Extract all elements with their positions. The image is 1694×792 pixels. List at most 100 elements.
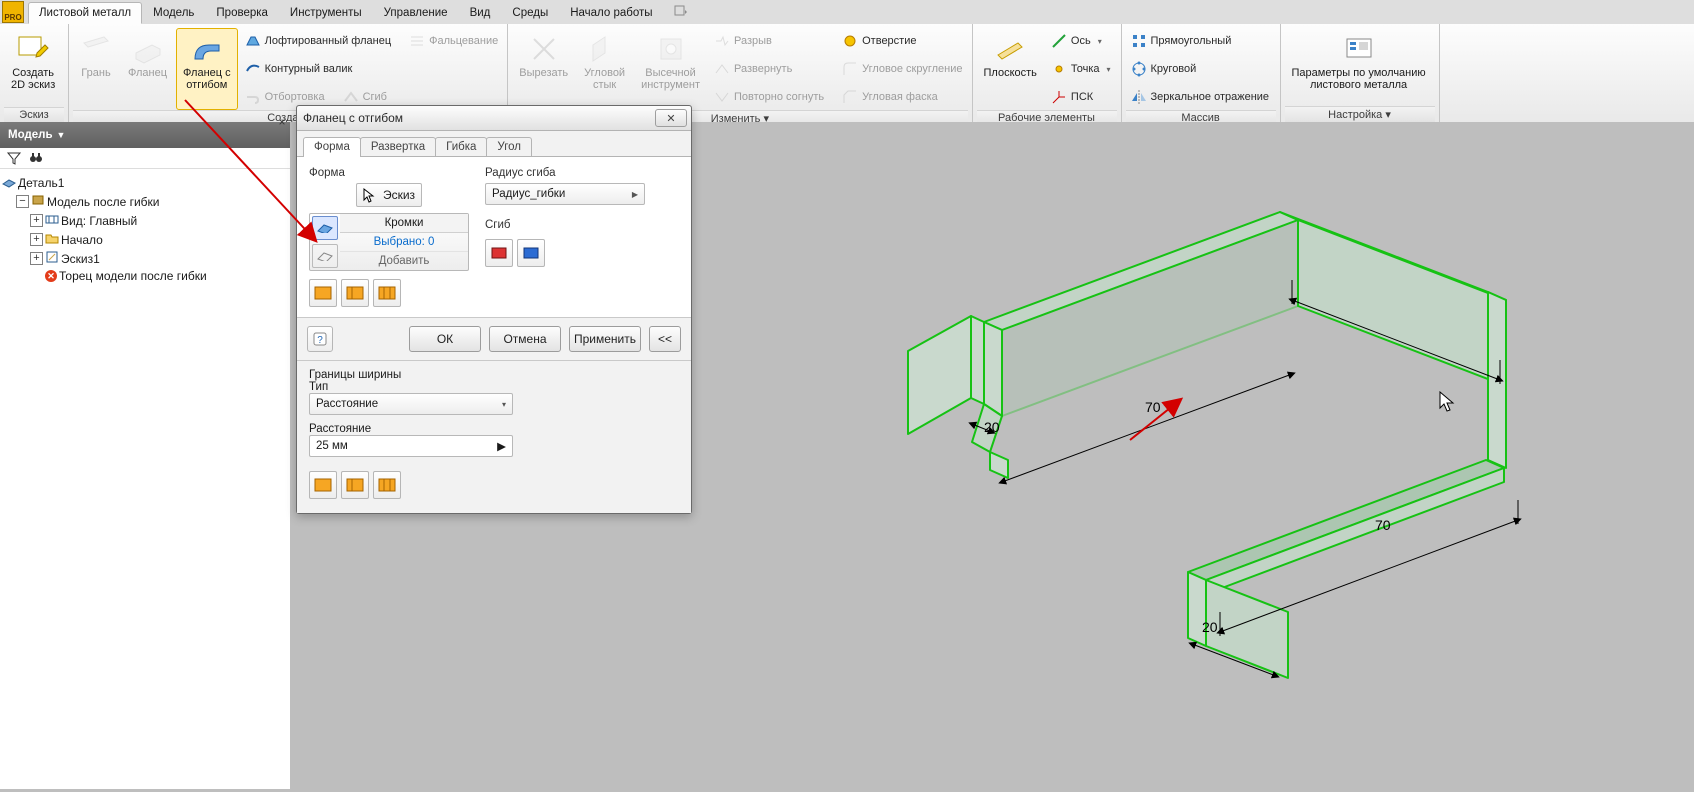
- cancel-button[interactable]: Отмена: [489, 326, 561, 352]
- expand-toggle-icon[interactable]: +: [30, 214, 43, 227]
- seam-label: Фальцевание: [429, 35, 498, 47]
- model-icon: [31, 193, 45, 210]
- edges-add-label[interactable]: Добавить: [340, 252, 468, 270]
- mirror-icon: [1131, 89, 1147, 105]
- circ-array-icon: [1131, 61, 1147, 77]
- width-opt-1-button[interactable]: [309, 279, 337, 307]
- fold-label: Сгиб: [363, 91, 387, 103]
- face-button[interactable]: Грань: [73, 28, 119, 110]
- menu-tab-tools[interactable]: Инструменты: [279, 2, 373, 23]
- menu-tab-view[interactable]: Вид: [459, 2, 502, 23]
- face-icon: [80, 33, 112, 65]
- corner-chamfer-icon: [842, 89, 858, 105]
- width-type-buttons: [309, 279, 469, 307]
- mirror-button[interactable]: Зеркальное отражение: [1126, 84, 1275, 110]
- loft-flange-button[interactable]: Лофтированный фланец: [240, 28, 397, 54]
- expand-toggle-icon[interactable]: −: [16, 195, 29, 208]
- distance-input[interactable]: 25 мм ▶: [309, 435, 513, 457]
- circ-array-button[interactable]: Круговой: [1126, 56, 1202, 82]
- contour-roll-button[interactable]: Контурный валик: [240, 56, 358, 82]
- dialog-title-label: Фланец с отгибом: [301, 111, 655, 125]
- expand-toggle-icon[interactable]: +: [30, 252, 43, 265]
- unfold-button[interactable]: Развернуть: [709, 56, 797, 82]
- width-type-combo[interactable]: Расстояние ▾: [309, 393, 513, 415]
- menu-tab-model[interactable]: Модель: [142, 2, 205, 23]
- contour-roll-label: Контурный валик: [265, 63, 353, 75]
- pro-badge: PRO: [2, 1, 24, 23]
- menu-tab-start[interactable]: Начало работы: [559, 2, 663, 23]
- tree-node-sketch1[interactable]: + Эскиз1: [30, 249, 288, 268]
- bend-flange-label: Фланец с отгибом: [183, 67, 231, 91]
- collapse-button[interactable]: <<: [649, 326, 681, 352]
- sheetmetal-defaults-button[interactable]: Параметры по умолчанию листового металла: [1285, 28, 1433, 94]
- expand-toggle-icon[interactable]: +: [30, 233, 43, 246]
- menu-tab-inspect[interactable]: Проверка: [205, 2, 279, 23]
- point-icon: [1051, 61, 1067, 77]
- bend-radius-combo[interactable]: Радиус_гибки ▶: [485, 183, 645, 205]
- point-label: Точка: [1071, 63, 1100, 75]
- rect-array-icon: [1131, 33, 1147, 49]
- dialog-button-row: ? ОК Отмена Применить <<: [297, 318, 691, 361]
- chevron-down-icon: ▼: [57, 130, 66, 140]
- menubar-extra-dropdown[interactable]: [674, 5, 688, 19]
- ext-opt-icon: [378, 478, 396, 492]
- bend-flange-icon: [191, 33, 223, 65]
- rect-array-button[interactable]: Прямоугольный: [1126, 28, 1237, 54]
- mouse-cursor-icon: [1439, 391, 1455, 413]
- dialog-titlebar[interactable]: Фланец с отгибом ✕: [297, 106, 691, 131]
- refold-label: Повторно согнуть: [734, 91, 824, 103]
- point-button[interactable]: Точка▾: [1046, 56, 1116, 82]
- ucs-button[interactable]: ПСК: [1046, 84, 1098, 110]
- arrow-cursor-icon: [361, 187, 377, 203]
- sketch-picker-label: Эскиз: [383, 188, 415, 202]
- width-opt-3-button[interactable]: [373, 279, 401, 307]
- contour-icon: [245, 61, 261, 77]
- help-button[interactable]: ?: [307, 326, 333, 352]
- ok-button[interactable]: ОК: [409, 326, 481, 352]
- binoculars-icon[interactable]: [28, 150, 44, 166]
- rip-button[interactable]: Разрыв: [709, 28, 777, 54]
- tab-corner[interactable]: Угол: [486, 137, 532, 156]
- cut-button[interactable]: Вырезать: [512, 28, 575, 110]
- help-icon: ?: [313, 332, 327, 346]
- fold-icon: [343, 89, 359, 105]
- ucs-label: ПСК: [1071, 91, 1093, 103]
- corner-button[interactable]: Угловой стык: [577, 28, 632, 110]
- refold-button[interactable]: Повторно согнуть: [709, 84, 829, 110]
- group-label-setup: Настройка ▾: [1285, 106, 1435, 122]
- width-opt-2-button[interactable]: [341, 279, 369, 307]
- axis-button[interactable]: Ось▾: [1046, 28, 1107, 54]
- tree-label: Начало: [61, 233, 103, 247]
- hole-button[interactable]: Отверстие: [837, 28, 921, 54]
- flange-button[interactable]: Фланец: [121, 28, 174, 110]
- seam-button[interactable]: Фальцевание: [404, 28, 503, 54]
- corner-round-button[interactable]: Угловое скругление: [837, 56, 967, 82]
- new-sketch-button[interactable]: Создать 2D эскиз: [4, 28, 62, 94]
- panel-title-label: Модель: [8, 129, 53, 141]
- menu-tab-env[interactable]: Среды: [501, 2, 559, 23]
- edges-selected-label[interactable]: Выбрано: 0: [340, 233, 468, 252]
- ext-opt-1-button[interactable]: [309, 471, 337, 499]
- profile-sketch-picker[interactable]: Эскиз: [356, 183, 422, 207]
- filter-icon[interactable]: [6, 150, 22, 166]
- chevron-down-icon: ▾: [1098, 37, 1102, 46]
- tree-node-end-of-folded[interactable]: ✕ Торец модели после гибки: [30, 268, 288, 284]
- width-icon: [378, 286, 396, 300]
- settings-label: Параметры по умолчанию листового металла: [1292, 67, 1426, 91]
- punch-button[interactable]: Высечной инструмент: [634, 28, 707, 110]
- menu-tab-sheetmetal[interactable]: Листовой металл: [28, 2, 142, 24]
- punch-icon: [655, 33, 687, 65]
- corner-chamfer-button[interactable]: Угловая фаска: [837, 84, 943, 110]
- tab-bend[interactable]: Гибка: [435, 137, 487, 156]
- tree-label: Вид: Главный: [61, 214, 137, 228]
- menu-tab-manage[interactable]: Управление: [373, 2, 459, 23]
- fold-dir-1-button[interactable]: [485, 239, 513, 267]
- dim-label: 70: [1375, 517, 1391, 533]
- dialog-close-button[interactable]: ✕: [655, 109, 687, 127]
- plane-button[interactable]: Плоскость: [977, 28, 1044, 110]
- ext-opt-2-button[interactable]: [341, 471, 369, 499]
- apply-button[interactable]: Применить: [569, 326, 641, 352]
- ext-opt-3-button[interactable]: [373, 471, 401, 499]
- tab-unfold[interactable]: Развертка: [360, 137, 436, 156]
- fold-dir-2-button[interactable]: [517, 239, 545, 267]
